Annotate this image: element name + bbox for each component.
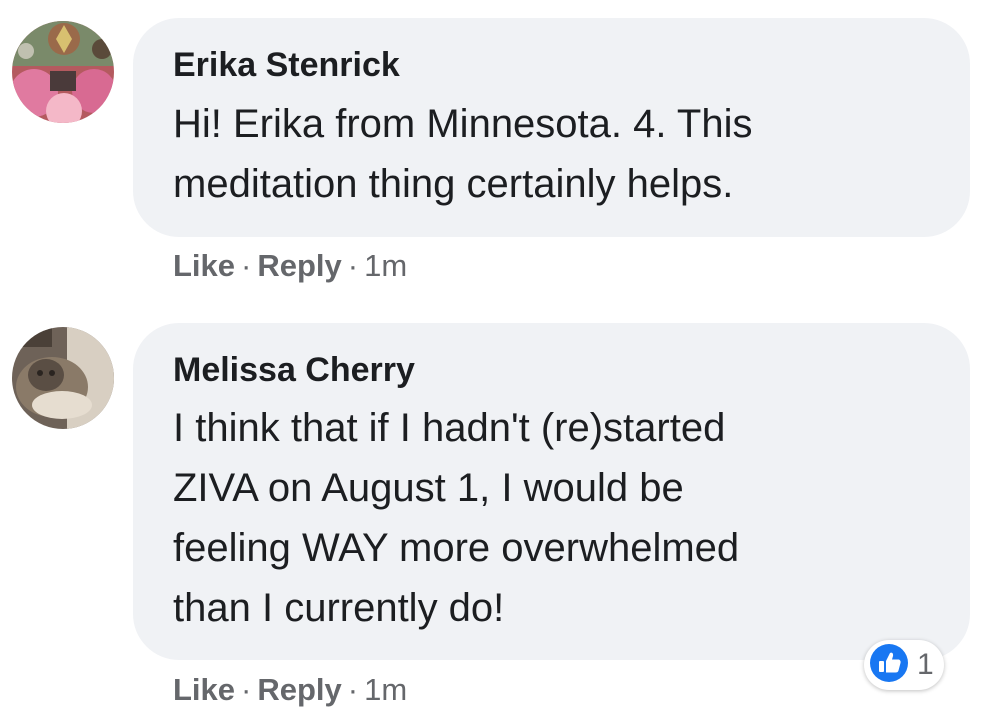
- avatar[interactable]: [12, 21, 114, 123]
- separator: ·: [347, 672, 359, 707]
- like-button[interactable]: Like: [173, 672, 235, 707]
- separator: ·: [241, 248, 252, 283]
- reply-button[interactable]: Reply: [257, 248, 341, 283]
- comment-text: I think that if I hadn't (re)started ZIV…: [173, 406, 740, 630]
- reaction-count: 1: [917, 648, 934, 681]
- comment-actions: Like · Reply · 1m: [173, 248, 407, 284]
- avatar[interactable]: [12, 327, 114, 429]
- comment-author[interactable]: Erika Stenrick: [173, 46, 400, 85]
- comment-author[interactable]: Melissa Cherry: [173, 351, 415, 390]
- reply-button[interactable]: Reply: [257, 672, 341, 707]
- separator: ·: [347, 248, 359, 283]
- comment-timestamp[interactable]: 1m: [364, 672, 407, 707]
- like-button[interactable]: Like: [173, 248, 235, 283]
- like-reaction-icon: [869, 643, 909, 688]
- separator: ·: [241, 672, 252, 707]
- comment-timestamp[interactable]: 1m: [364, 248, 407, 283]
- reaction-summary[interactable]: 1: [864, 640, 944, 690]
- avatar-image: [12, 21, 114, 123]
- avatar-image: [12, 327, 114, 429]
- comment-text: Hi! Erika from Minnesota. 4. This medita…: [173, 102, 753, 206]
- comment-actions: Like · Reply · 1m: [173, 672, 407, 708]
